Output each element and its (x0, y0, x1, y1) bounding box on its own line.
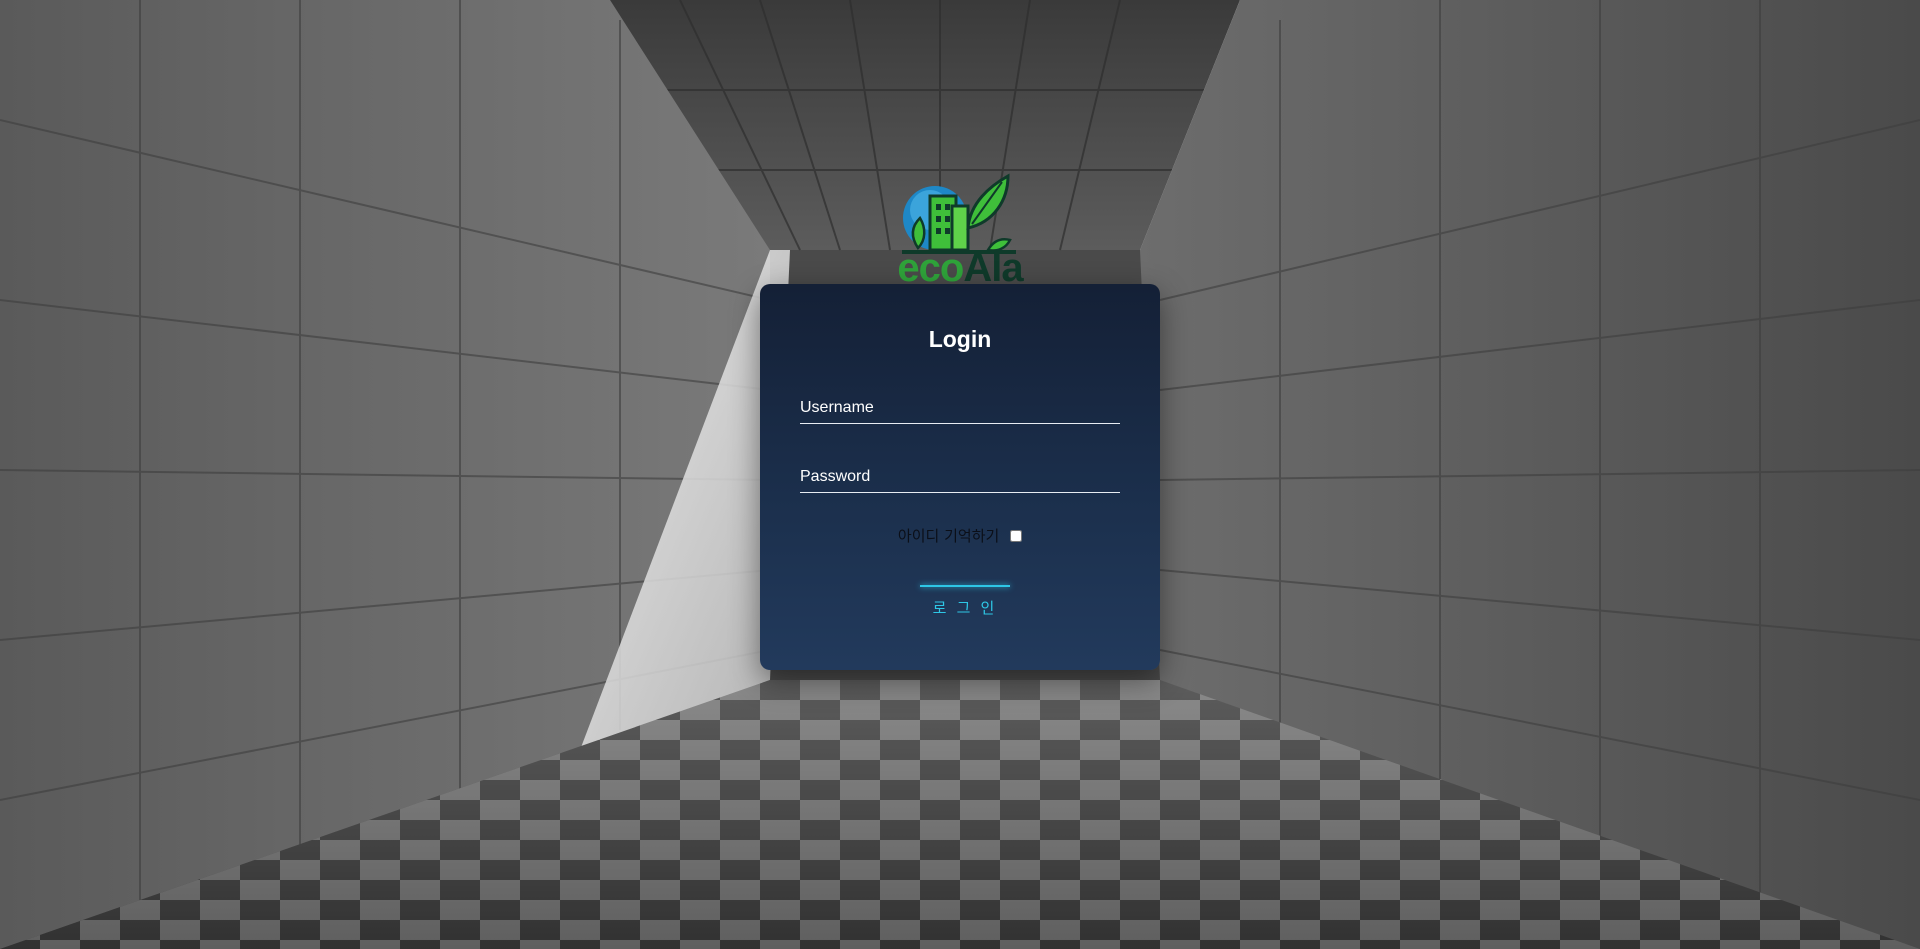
login-button-label: 로 그 인 (932, 600, 998, 617)
login-button[interactable]: 로 그 인 (920, 585, 1010, 621)
remember-id-row: 아이디 기억하기 (760, 525, 1160, 546)
password-input[interactable] (800, 458, 1120, 490)
login-button-underline (920, 585, 1010, 587)
username-input[interactable] (800, 389, 1120, 421)
login-title: Login (928, 326, 992, 352)
password-field[interactable]: Password (800, 458, 1120, 493)
login-card: Login Username Password 아이디 기억하기 로 그 인 (760, 284, 1160, 670)
ecoala-logo: ecoAla (890, 168, 1030, 290)
username-field[interactable]: Username (800, 389, 1120, 424)
remember-id-label: 아이디 기억하기 (897, 527, 1000, 545)
logo-emblem-icon (902, 173, 1016, 254)
remember-id-checkbox[interactable] (1010, 529, 1023, 542)
